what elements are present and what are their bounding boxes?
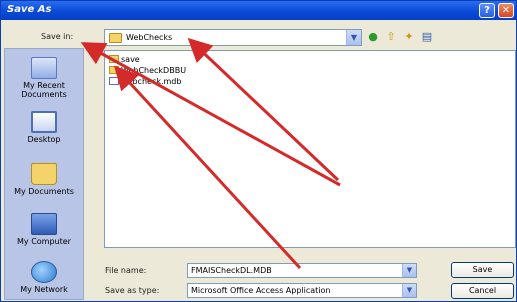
place-recent-documents[interactable]: My Recent Documents	[5, 57, 83, 99]
list-item[interactable]: save	[109, 55, 140, 65]
save-in-value: WebChecks	[126, 33, 173, 42]
folder-icon	[109, 33, 122, 43]
file-name: save	[121, 55, 140, 64]
place-my-computer[interactable]: My Computer	[5, 213, 83, 246]
place-my-network[interactable]: My Network	[5, 261, 83, 294]
chevron-down-icon[interactable]: ▼	[402, 284, 416, 297]
file-name-field[interactable]: FMAISCheckDL.MDB ▼	[187, 263, 417, 278]
recent-documents-icon	[31, 57, 57, 79]
folder-icon	[109, 55, 119, 63]
views-menu-icon[interactable]: ▤	[420, 30, 434, 44]
chevron-down-icon[interactable]: ▼	[346, 30, 361, 45]
file-name: webcheck.mdb	[121, 77, 182, 86]
place-label: My Computer	[17, 237, 71, 246]
file-list[interactable]: save WebCheckDBBU webcheck.mdb	[104, 50, 516, 248]
save-in-label: Save in:	[41, 32, 74, 41]
place-label: Desktop	[27, 135, 61, 144]
place-label: My Documents	[14, 187, 74, 196]
window-title: Save As	[7, 4, 52, 15]
desktop-icon	[31, 111, 57, 133]
up-folder-icon[interactable]: ⇧	[384, 30, 398, 44]
places-bar: My Recent Documents Desktop My Documents…	[4, 48, 84, 300]
place-label: My Network	[20, 285, 68, 294]
save-in-combo[interactable]: WebChecks ▼	[104, 29, 362, 46]
save-as-type-label: Save as type:	[105, 286, 160, 295]
back-icon[interactable]: ●	[366, 30, 380, 44]
save-button[interactable]: Save	[451, 262, 514, 278]
help-button[interactable]: ?	[479, 3, 495, 18]
save-as-type-select[interactable]: Microsoft Office Access Application ▼	[187, 283, 417, 298]
list-item[interactable]: webcheck.mdb	[109, 77, 181, 87]
close-button[interactable]: ✕	[498, 3, 514, 18]
title-bar: Save As ? ✕	[1, 1, 516, 20]
place-my-documents[interactable]: My Documents	[5, 163, 83, 196]
folder-icon	[109, 66, 119, 74]
place-label: My Recent Documents	[21, 81, 67, 99]
my-computer-icon	[31, 213, 57, 235]
access-file-icon	[109, 77, 119, 85]
cancel-button[interactable]: Cancel	[451, 283, 514, 299]
file-name: WebCheckDBBU	[121, 66, 187, 75]
my-network-icon	[31, 261, 57, 283]
chevron-down-icon[interactable]: ▼	[402, 264, 416, 277]
save-as-dialog: Save As ? ✕ Save in: WebChecks ▼ ● ⇧ ✦ ▤…	[0, 0, 517, 302]
file-name-label: File name:	[105, 266, 147, 275]
file-name-value: FMAISCheckDL.MDB	[191, 266, 272, 275]
my-documents-icon	[31, 163, 57, 185]
save-as-type-value: Microsoft Office Access Application	[191, 286, 331, 295]
new-folder-icon[interactable]: ✦	[402, 30, 416, 44]
place-desktop[interactable]: Desktop	[5, 111, 83, 144]
list-item[interactable]: WebCheckDBBU	[109, 66, 186, 76]
